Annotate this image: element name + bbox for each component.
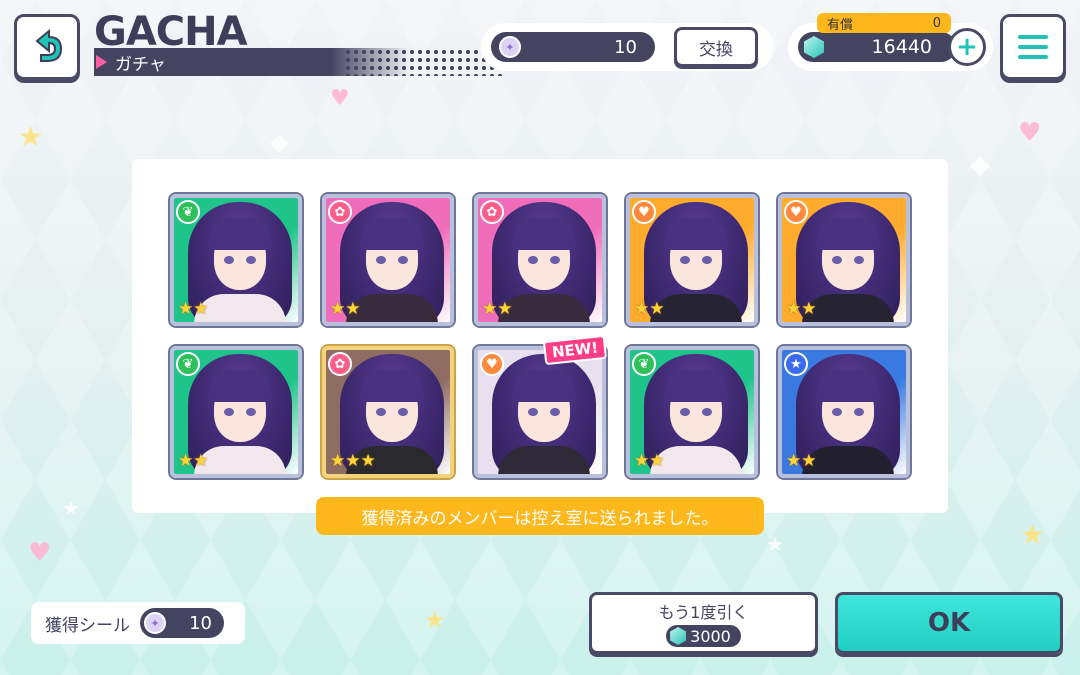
star-icon: ★ bbox=[178, 451, 194, 471]
star-decoration-icon: ★ bbox=[62, 496, 80, 520]
diamond-decoration-icon: ◆ bbox=[970, 150, 990, 180]
exchange-button[interactable]: 交換 bbox=[674, 27, 758, 67]
star-decoration-icon: ★ bbox=[18, 120, 44, 153]
rarity-stars: ★ ★ bbox=[634, 453, 665, 470]
member-card[interactable]: ❦ ★ ★ bbox=[170, 346, 302, 478]
seal-icon: ✦ bbox=[144, 612, 166, 634]
star-icon: ★ bbox=[649, 451, 665, 471]
seal-gain-box: 獲得シール ✦ 10 bbox=[31, 602, 245, 644]
star-icon: ★ bbox=[801, 451, 817, 471]
seal-gain-label: 獲得シール bbox=[45, 615, 130, 636]
rarity-stars: ★ ★ bbox=[330, 301, 361, 318]
star-icon: ★ bbox=[634, 451, 650, 471]
star-icon: ★ bbox=[786, 299, 802, 319]
rarity-stars: ★ ★ bbox=[178, 453, 209, 470]
rarity-stars: ★ ★ bbox=[178, 301, 209, 318]
star-attribute-icon: ★ bbox=[784, 352, 808, 376]
crystal-count: 16440 bbox=[871, 36, 932, 58]
paid-crystal-badge: 有償 0 bbox=[817, 13, 951, 33]
crystal-icon bbox=[804, 36, 824, 58]
seal-counter: ✦ 10 交換 bbox=[481, 23, 774, 71]
ok-button[interactable]: OK bbox=[835, 592, 1063, 654]
paid-count: 0 bbox=[932, 15, 941, 31]
seal-counter-bar: ✦ 10 bbox=[491, 32, 655, 62]
star-icon: ★ bbox=[345, 299, 361, 319]
notice-banner: 獲得済みのメンバーは控え室に送られました。 bbox=[316, 497, 764, 535]
star-icon: ★ bbox=[345, 451, 361, 471]
star-icon: ★ bbox=[649, 299, 665, 319]
back-arrow-icon bbox=[35, 28, 63, 62]
star-icon: ★ bbox=[178, 299, 194, 319]
star-icon: ★ bbox=[193, 299, 209, 319]
draw-again-label: もう1度引く bbox=[658, 603, 749, 622]
flower-attribute-icon: ✿ bbox=[328, 200, 352, 224]
crystal-icon bbox=[670, 627, 687, 645]
heart-attribute-icon: ♥ bbox=[480, 352, 504, 376]
play-triangle-icon bbox=[96, 55, 107, 69]
leaf-attribute-icon: ❦ bbox=[176, 352, 200, 376]
star-icon: ★ bbox=[786, 451, 802, 471]
menu-icon bbox=[1018, 35, 1048, 39]
page-title-jp: ガチャ bbox=[115, 54, 166, 75]
heart-decoration-icon: ♥ bbox=[330, 86, 350, 111]
member-card[interactable]: ✿ ★ ★ bbox=[322, 194, 454, 326]
heart-attribute-icon: ♥ bbox=[632, 200, 656, 224]
star-decoration-icon: ★ bbox=[1020, 518, 1046, 551]
star-icon: ★ bbox=[330, 451, 346, 471]
leaf-attribute-icon: ❦ bbox=[632, 352, 656, 376]
diamond-decoration-icon: ◆ bbox=[270, 128, 289, 156]
star-icon: ★ bbox=[801, 299, 817, 319]
draw-again-cost-value: 3000 bbox=[690, 626, 731, 646]
rarity-stars: ★ ★ bbox=[482, 301, 513, 318]
crystal-counter-bar: 16440 bbox=[798, 32, 956, 62]
back-button[interactable] bbox=[14, 14, 80, 80]
page-title: GACHA ガチャ bbox=[94, 9, 504, 76]
menu-button[interactable] bbox=[1000, 14, 1066, 80]
member-card[interactable]: ✿ ★ ★ bbox=[474, 194, 606, 326]
draw-again-cost: 3000 bbox=[666, 625, 741, 647]
rarity-stars: ★ ★ bbox=[786, 453, 817, 470]
star-icon: ★ bbox=[330, 299, 346, 319]
draw-again-button[interactable]: もう1度引く 3000 bbox=[589, 592, 818, 654]
page-title-en: GACHA bbox=[94, 9, 248, 55]
member-card[interactable]: ❦ ★ ★ bbox=[626, 346, 758, 478]
star-icon: ★ bbox=[482, 299, 498, 319]
star-icon: ★ bbox=[360, 451, 376, 471]
add-crystal-button[interactable]: + bbox=[948, 28, 986, 66]
seal-gain-count: 10 bbox=[189, 612, 212, 634]
leaf-attribute-icon: ❦ bbox=[176, 200, 200, 224]
member-card[interactable]: ✿ ★ ★ ★ bbox=[322, 346, 454, 478]
flower-attribute-icon: ✿ bbox=[480, 200, 504, 224]
heart-attribute-icon: ♥ bbox=[784, 200, 808, 224]
seal-count: 10 bbox=[614, 36, 637, 58]
rarity-stars: ★ ★ ★ bbox=[330, 453, 376, 470]
member-card[interactable]: ♥ bbox=[474, 346, 606, 478]
flower-attribute-icon: ✿ bbox=[328, 352, 352, 376]
paid-label: 有償 bbox=[827, 17, 854, 33]
seal-icon: ✦ bbox=[499, 36, 521, 58]
heart-decoration-icon: ♥ bbox=[1018, 118, 1042, 148]
rarity-stars: ★ ★ bbox=[786, 301, 817, 318]
member-card[interactable]: ♥ ★ ★ bbox=[778, 194, 910, 326]
star-decoration-icon: ★ bbox=[424, 606, 446, 634]
member-card[interactable]: ❦ ★ ★ bbox=[170, 194, 302, 326]
page-subtitle-bar: ガチャ bbox=[94, 48, 410, 76]
star-icon: ★ bbox=[497, 299, 513, 319]
heart-decoration-icon: ♥ bbox=[28, 538, 52, 568]
star-decoration-icon: ★ bbox=[766, 532, 784, 556]
rarity-stars: ★ ★ bbox=[634, 301, 665, 318]
seal-gain-pill: ✦ 10 bbox=[140, 608, 224, 638]
member-card[interactable]: ♥ ★ ★ bbox=[626, 194, 758, 326]
member-card[interactable]: ★ ★ ★ bbox=[778, 346, 910, 478]
star-icon: ★ bbox=[634, 299, 650, 319]
star-icon: ★ bbox=[193, 451, 209, 471]
